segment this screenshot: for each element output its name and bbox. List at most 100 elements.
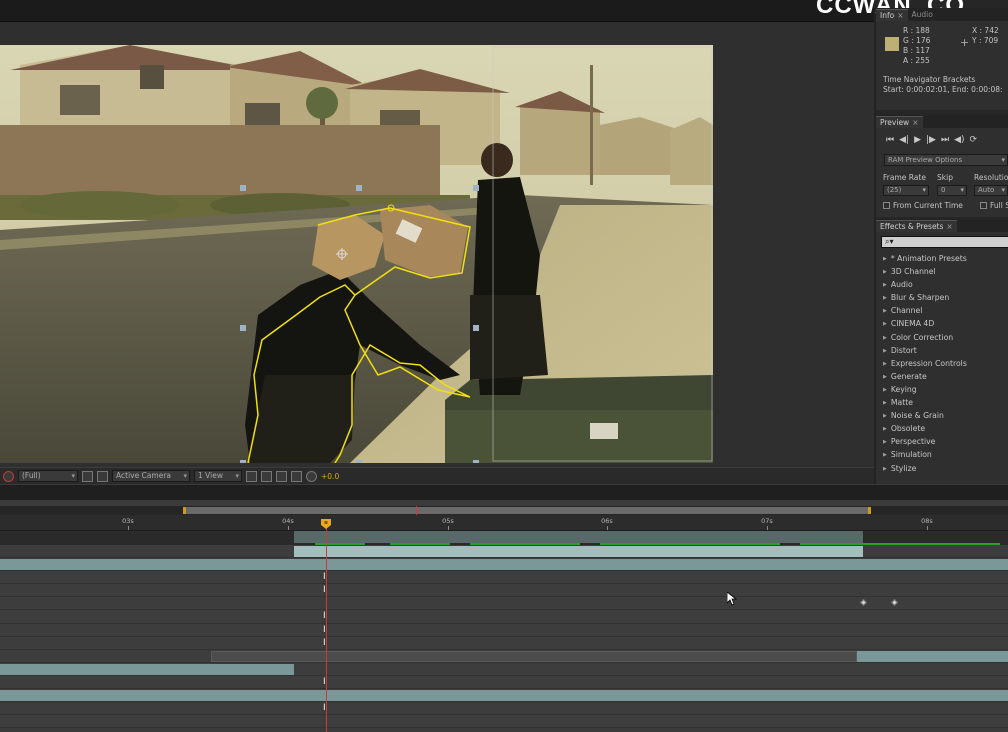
layer-bar[interactable] — [211, 650, 857, 662]
effects-category[interactable]: Audio — [883, 278, 1008, 291]
effects-search-input[interactable]: ⌕▾ — [881, 236, 1008, 248]
track-row: I — [0, 675, 1008, 690]
ruler-tick-label: 08s — [921, 517, 933, 525]
effects-category[interactable]: Matte — [883, 396, 1008, 409]
ruler-tick-label: 04s — [282, 517, 294, 525]
fast-previews-icon[interactable] — [261, 470, 272, 482]
track-row: I — [0, 610, 1008, 624]
playhead-handle-icon[interactable] — [321, 519, 331, 529]
ruler-tick — [128, 526, 129, 530]
reset-exposure-icon[interactable] — [306, 470, 317, 482]
tab-effects-presets[interactable]: Effects & Presets × — [876, 220, 957, 232]
track-row — [0, 558, 1008, 572]
ruler-tick-label: 06s — [601, 517, 613, 525]
right-panels: CCWAN .CO Info× Audio R : 188 G : 176 B … — [816, 0, 1008, 484]
ruler-tick-label: 07s — [761, 517, 773, 525]
track-row: I — [0, 584, 1008, 598]
footage-image — [0, 45, 713, 463]
next-frame-icon[interactable]: |▶ — [926, 135, 936, 145]
audio-icon[interactable]: ◀) — [954, 135, 964, 145]
effects-category[interactable]: Channel — [883, 304, 1008, 317]
close-icon[interactable]: × — [912, 118, 918, 127]
tab-preview[interactable]: Preview × — [876, 116, 923, 128]
layer-tracks: I I I I I I I — [0, 545, 1008, 729]
xy-readout: X : 742 Y : 709 — [972, 26, 999, 45]
viewer-toolbar: (Full) Active Camera 1 View +0.0 — [0, 467, 874, 484]
resolution-field[interactable]: Auto — [974, 185, 1008, 196]
effects-category[interactable]: CINEMA 4D — [883, 317, 1008, 330]
effects-category[interactable]: Stylize — [883, 462, 1008, 475]
mouse-cursor-icon — [727, 592, 737, 606]
camera-select[interactable]: Active Camera — [112, 470, 190, 482]
full-screen-checkbox[interactable]: Full S — [980, 201, 1008, 210]
keyframe-diamond[interactable] — [890, 599, 899, 607]
tab-audio[interactable]: Audio — [908, 9, 937, 21]
layer-bar[interactable] — [294, 546, 863, 557]
tab-info[interactable]: Info × — [876, 9, 908, 21]
layer-bar[interactable] — [857, 650, 1008, 662]
toggle-pixel-aspect-icon[interactable] — [246, 470, 257, 482]
from-current-time-checkbox[interactable]: From Current Time — [883, 201, 963, 210]
exposure-value[interactable]: +0.0 — [321, 472, 339, 481]
track-row: I — [0, 623, 1008, 637]
time-navigator-info: Time Navigator Brackets Start: 0:00:02:0… — [883, 75, 1003, 94]
track-row — [0, 597, 1008, 611]
frame-rate-field[interactable]: (25) — [883, 185, 929, 196]
close-icon[interactable]: × — [946, 222, 952, 231]
layer-bar[interactable] — [0, 663, 294, 675]
timeline-panel[interactable]: 03s 04s 05s 06s 07s 08s I I I I I I I — [0, 500, 1008, 732]
keyframe-diamond[interactable] — [859, 599, 868, 607]
timeline-icon[interactable] — [276, 470, 287, 482]
effects-category[interactable]: Keying — [883, 383, 1008, 396]
footage-frame[interactable] — [0, 45, 713, 463]
effects-category[interactable]: Blur & Sharpen — [883, 291, 1008, 304]
resolution-select[interactable]: (Full) — [18, 470, 78, 482]
composition-viewer[interactable] — [0, 22, 874, 467]
transparency-grid-icon[interactable] — [97, 470, 108, 482]
frame-rate-label: Frame Rate — [883, 173, 926, 182]
rgba-readout: R : 188 G : 176 B : 117 A : 255 — [903, 26, 931, 65]
ruler-tick-label: 03s — [122, 517, 134, 525]
layer-bar[interactable] — [0, 559, 1008, 571]
first-frame-icon[interactable]: ⏮ — [886, 135, 894, 145]
track-row — [0, 649, 1008, 663]
effects-category[interactable]: Expression Controls — [883, 357, 1008, 370]
ruler-tick — [767, 526, 768, 530]
skip-field[interactable]: 0 — [937, 185, 967, 196]
effects-category[interactable]: Simulation — [883, 448, 1008, 461]
effects-category[interactable]: Perspective — [883, 435, 1008, 448]
work-area-bar[interactable] — [0, 531, 1008, 545]
effects-category[interactable]: Obsolete — [883, 422, 1008, 435]
flowchart-icon[interactable] — [291, 470, 302, 482]
ruler-tick-label: 05s — [442, 517, 454, 525]
time-navigator-range[interactable] — [183, 507, 871, 514]
ram-preview-options-select[interactable]: RAM Preview Options — [884, 154, 1008, 166]
ruler-tick — [927, 526, 928, 530]
view-layout-select[interactable]: 1 View — [194, 470, 242, 482]
track-row: I — [0, 636, 1008, 650]
crosshair-icon: + — [960, 36, 970, 49]
region-of-interest-icon[interactable] — [82, 470, 93, 482]
effects-category[interactable]: Distort — [883, 344, 1008, 357]
play-icon[interactable]: ▶ — [914, 135, 921, 145]
work-area-range[interactable] — [294, 531, 863, 543]
nav-current-time-marker — [416, 506, 417, 515]
current-time-indicator[interactable] — [326, 522, 327, 732]
preview-panel: Preview × ⏮ ◀| ▶ |▶ ⏭ ◀) ⟳ RAM Preview Op… — [876, 115, 1008, 217]
prev-frame-icon[interactable]: ◀| — [899, 135, 909, 145]
effects-category[interactable]: Generate — [883, 370, 1008, 383]
close-icon[interactable]: × — [897, 11, 903, 20]
last-frame-icon[interactable]: ⏭ — [941, 135, 949, 145]
track-row: I — [0, 702, 1008, 716]
effects-category[interactable]: * Animation Presets — [883, 252, 1008, 265]
color-channels-icon[interactable] — [3, 470, 14, 482]
loop-icon[interactable]: ⟳ — [970, 135, 978, 145]
timeline-header — [0, 484, 1008, 500]
time-ruler[interactable]: 03s 04s 05s 06s 07s 08s — [0, 515, 1008, 531]
effects-category[interactable]: 3D Channel — [883, 265, 1008, 278]
layer-bar[interactable] — [0, 690, 1008, 702]
effects-category[interactable]: Noise & Grain — [883, 409, 1008, 422]
effects-category[interactable]: Color Correction — [883, 331, 1008, 344]
resolution-label: Resolution — [974, 173, 1008, 182]
time-navigator[interactable] — [0, 506, 1008, 515]
